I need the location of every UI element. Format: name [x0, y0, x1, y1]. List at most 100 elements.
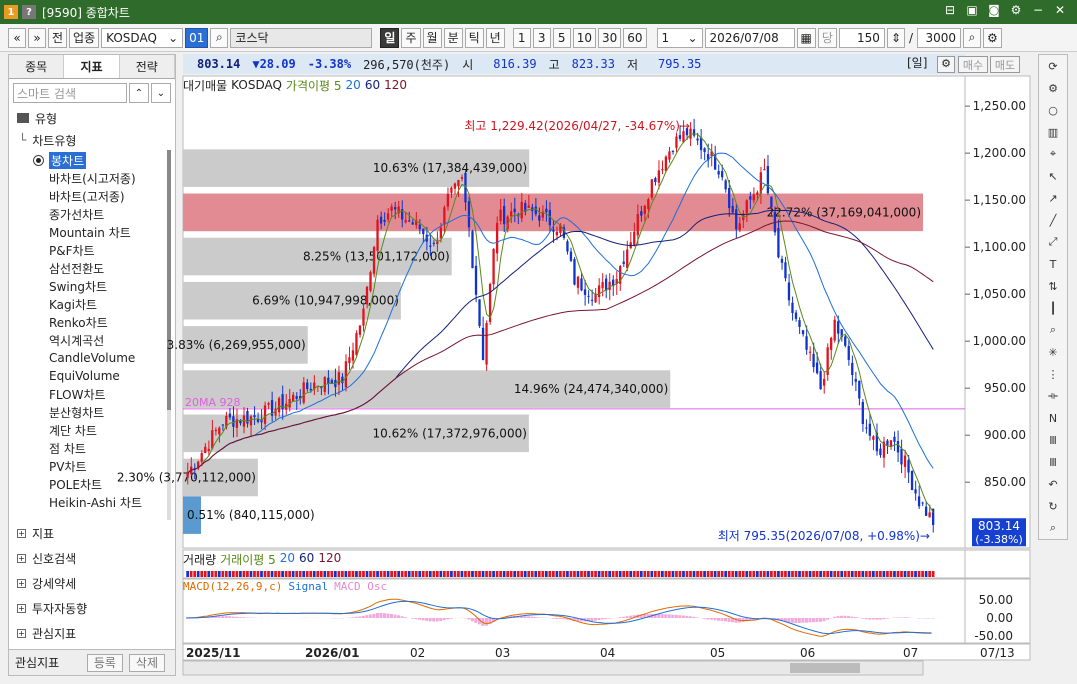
candle-body: [253, 415, 256, 418]
volume-bar: [502, 571, 506, 577]
candle-body: [812, 353, 815, 368]
candle-body: [520, 202, 523, 219]
volume-bar: [407, 571, 411, 577]
macd-osc-bar: [713, 618, 717, 621]
macd-osc-bar: [534, 617, 538, 618]
legend-item[interactable]: 60: [365, 78, 380, 92]
candle-body: [844, 336, 847, 346]
volume-bar: [777, 571, 780, 577]
volume-bar: [713, 571, 717, 577]
macd-legend-item[interactable]: Signal: [288, 580, 328, 596]
volume-bar: [741, 571, 745, 577]
candle-body: [657, 170, 661, 183]
volume-bar: [910, 571, 914, 577]
candle-body: [794, 312, 798, 319]
macd-osc-bar: [850, 616, 854, 618]
macd-osc-bar: [368, 614, 372, 618]
candle-body: [784, 262, 787, 279]
volume-profile-label: 8.25% (13,501,172,000): [303, 250, 450, 264]
volume-legend-item[interactable]: 60: [299, 551, 314, 567]
macd-osc-bar: [414, 618, 418, 620]
candle-body: [903, 455, 907, 467]
candle-body: [432, 242, 435, 244]
legend-item[interactable]: KOSDAQ: [231, 78, 282, 92]
volume-bar: [636, 571, 640, 577]
volume-bar: [696, 571, 699, 577]
volume-bar: [351, 571, 355, 577]
volume-bar: [664, 571, 668, 577]
candle-body: [267, 403, 270, 405]
legend-item[interactable]: 가격이평 5: [286, 77, 342, 94]
volume-legend-item[interactable]: 거래량: [183, 551, 216, 567]
volume-bar: [421, 571, 425, 577]
macd-osc-bar: [558, 618, 562, 619]
legend-item[interactable]: 20: [346, 78, 361, 92]
macd-legend-item[interactable]: MACD(12,26,9,c): [183, 580, 282, 596]
volume-bar: [657, 571, 661, 577]
candle-body: [200, 453, 203, 462]
candle-body: [439, 227, 442, 239]
macd-osc-bar: [527, 616, 531, 618]
volume-bar: [847, 571, 851, 577]
macd-osc-bar: [671, 614, 675, 618]
candle-body: [337, 372, 341, 385]
candle-body: [327, 377, 330, 384]
macd-osc-bar: [681, 615, 685, 618]
macd-tick-label: 50.00: [979, 593, 1013, 607]
volume-bar: [478, 571, 481, 577]
volume-bar: [362, 571, 365, 577]
macd-osc-bar: [660, 614, 664, 618]
volume-bar: [889, 571, 893, 577]
candle-body: [211, 430, 214, 449]
macd-legend-item[interactable]: MACD Osc: [334, 580, 387, 596]
legend-item[interactable]: 대기매물: [183, 77, 227, 94]
volume-legend-item[interactable]: 거래이평 5: [220, 551, 276, 567]
volume-bar: [668, 571, 671, 577]
volume-bar: [903, 571, 907, 577]
x-tick-label: 07/13: [980, 646, 1015, 660]
volume-bar: [794, 571, 798, 577]
candle-body: [330, 380, 333, 384]
volume-bar: [882, 571, 886, 577]
legend-item[interactable]: 120: [384, 78, 407, 92]
volume-bar: [319, 571, 323, 577]
candle-body: [369, 272, 372, 291]
volume-legend-item[interactable]: 20: [280, 551, 295, 567]
volume-bar: [559, 571, 562, 577]
candle-body: [302, 382, 305, 403]
candle-body: [830, 337, 833, 350]
macd-osc-bar: [562, 618, 566, 620]
candle-body: [348, 357, 351, 364]
candle-body: [566, 241, 569, 252]
volume-bar: [281, 571, 284, 577]
candle-body: [833, 319, 836, 341]
macd-osc-bar: [389, 613, 393, 618]
candle-body: [218, 427, 221, 435]
macd-osc-bar: [618, 617, 622, 618]
volume-bar: [256, 571, 260, 577]
macd-osc-bar: [878, 618, 882, 620]
candle-body: [879, 448, 882, 456]
macd-tick-label: 0.00: [986, 611, 1013, 625]
candle-body: [404, 219, 407, 223]
chart-area[interactable]: 1,250.00 1,200.00 1,150.00 1,100.00 1,050.00…: [0, 0, 1077, 684]
volume-bar: [762, 571, 766, 577]
volume-bar: [879, 571, 882, 577]
candle-body: [510, 211, 513, 217]
candle-body: [647, 199, 650, 209]
macd-osc-bar: [692, 616, 696, 618]
candle-body: [295, 396, 298, 399]
candle-body: [249, 416, 253, 426]
macd-osc-bar: [238, 617, 242, 618]
macd-osc-bar: [604, 618, 608, 620]
volume-bar: [302, 571, 306, 577]
macd-osc-bar: [224, 616, 228, 618]
volume-bar: [453, 571, 457, 577]
volume-bar: [734, 571, 738, 577]
volume-legend-item[interactable]: 120: [318, 551, 341, 567]
candle-body: [858, 380, 861, 399]
macd-osc-bar: [787, 618, 791, 623]
candle-body: [868, 423, 872, 436]
volume-bar: [210, 571, 214, 577]
macd-osc-bar: [822, 618, 826, 622]
